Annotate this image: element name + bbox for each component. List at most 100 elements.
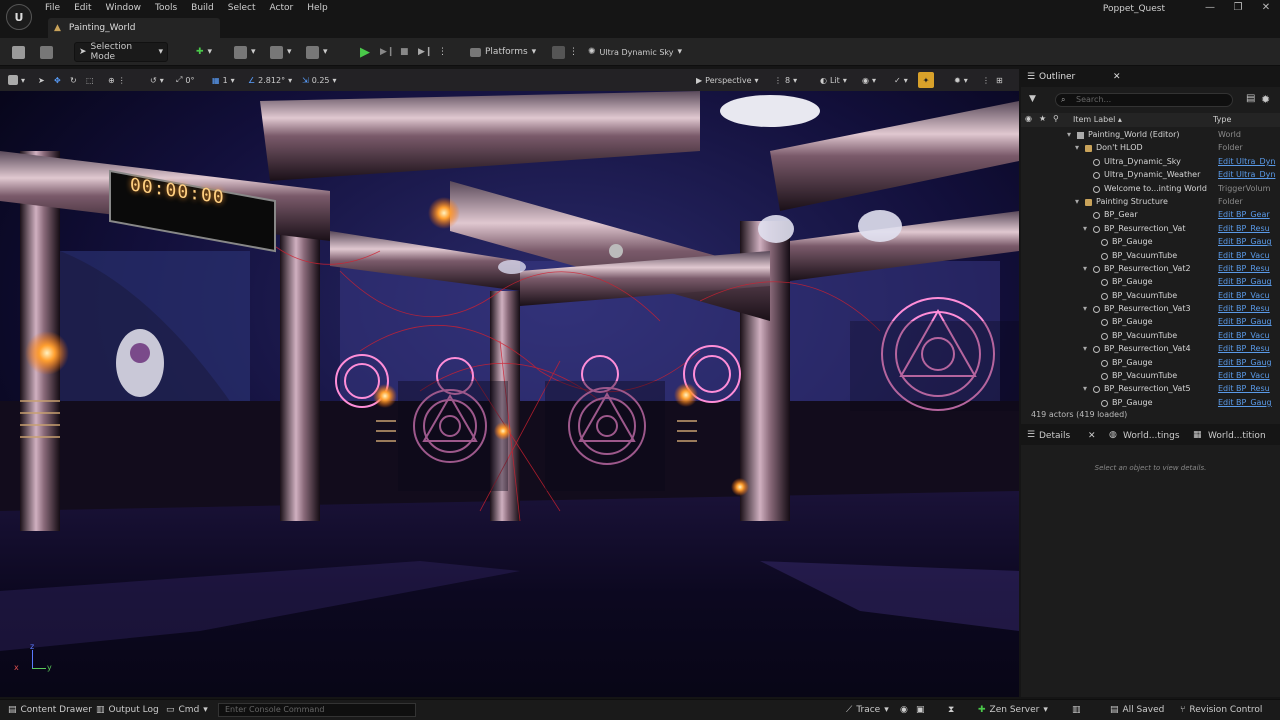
outliner-row[interactable]: ▾ BP_Resurrection_Vat Edit BP_Resu [1021,223,1280,236]
outliner-row[interactable]: BP_Gauge Edit BP_Gaug [1021,397,1280,407]
rotation-snap-toggle[interactable]: ⤢ 0° [176,72,195,88]
outliner-row[interactable]: BP_Gauge Edit BP_Gaug [1021,276,1280,289]
outliner-row[interactable]: Ultra_Dynamic_Sky Edit Ultra_Dyn [1021,156,1280,169]
outliner-row[interactable]: ▾ Painting_World (Editor) World [1021,129,1280,142]
edit-blueprint-link[interactable]: Edit BP_Vacu [1218,371,1278,380]
outliner-row[interactable]: ▾ Painting Structure Folder [1021,196,1280,209]
outliner-row[interactable]: ▾ BP_Resurrection_Vat4 Edit BP_Resu [1021,343,1280,356]
viewport-settings[interactable]: ✹ ▾ [954,72,968,88]
close-window-icon[interactable]: ✕ [1252,0,1280,18]
unreal-logo-icon[interactable]: U [6,4,32,30]
play-button[interactable]: ▶ [356,42,374,62]
expand-arrow-icon[interactable]: ▾ [1083,224,1087,233]
rotate-tool[interactable]: ↻ [70,72,77,88]
close-icon[interactable]: ✕ [1088,431,1096,441]
camera-speed[interactable]: ⋮ 8 ▾ [774,72,797,88]
edit-blueprint-link[interactable]: Edit BP_Vacu [1218,251,1278,260]
world-local-toggle[interactable]: ⊕ ⋮ [108,72,126,88]
menu-file[interactable]: File [38,3,67,13]
outliner-row[interactable]: ▾ BP_Resurrection_Vat5 Edit BP_Resu [1021,383,1280,396]
edit-blueprint-link[interactable]: Edit Ultra_Dyn [1218,157,1278,166]
pin-icon[interactable]: ⚲ [1053,114,1059,123]
edit-blueprint-link[interactable]: Edit BP_Gear [1218,210,1278,219]
platforms-dropdown[interactable]: Platforms ▾ [466,42,540,62]
outliner-row[interactable]: ▾ BP_Resurrection_Vat3 Edit BP_Resu [1021,303,1280,316]
zen-server-dropdown[interactable]: ✚ Zen Server ▾ [978,703,1048,717]
settings-icon[interactable]: ✹ [1261,93,1270,106]
outliner-row[interactable]: BP_Gauge Edit BP_Gaug [1021,236,1280,249]
expand-arrow-icon[interactable]: ▾ [1083,264,1087,273]
edit-blueprint-link[interactable]: Edit BP_Resu [1218,224,1278,233]
cmd-dropdown[interactable]: ▭ Cmd ▾ [166,703,208,717]
outliner-row[interactable]: BP_Gauge Edit BP_Gaug [1021,357,1280,370]
outliner-row[interactable]: BP_VacuumTube Edit BP_Vacu [1021,250,1280,263]
edit-blueprint-link[interactable]: Edit Ultra_Dyn [1218,170,1278,179]
eye-icon[interactable]: ◉ [1025,114,1032,123]
trace-dropdown[interactable]: ⟋ Trace ▾ [846,703,889,717]
outliner-row[interactable]: BP_VacuumTube Edit BP_Vacu [1021,290,1280,303]
outliner-row[interactable]: Ultra_Dynamic_Weather Edit Ultra_Dyn [1021,169,1280,182]
tab-world-settings[interactable]: World...tings [1123,431,1180,441]
ultra-dynamic-sky-dropdown[interactable]: ✺ Ultra Dynamic Sky ▾ [584,42,686,62]
add-actor-button[interactable]: ✚ ▾ [192,42,216,62]
menu-actor[interactable]: Actor [263,3,301,13]
blueprint-button[interactable]: ▾ [230,42,260,62]
stop-button[interactable]: ■ [396,42,413,62]
cinematics-button[interactable]: ▾ [266,42,296,62]
outliner-row[interactable]: BP_Gauge Edit BP_Gaug [1021,316,1280,329]
perspective-dropdown[interactable]: ▶ Perspective ▾ [696,72,759,88]
outliner-row[interactable]: BP_VacuumTube Edit BP_Vacu [1021,330,1280,343]
viewport-options[interactable]: ⋮ [982,72,990,88]
expand-arrow-icon[interactable]: ▾ [1067,130,1071,139]
close-icon[interactable]: ✕ [1113,72,1121,82]
show-dropdown[interactable]: ◉ ▾ [862,72,876,88]
expand-arrow-icon[interactable]: ▾ [1083,304,1087,313]
menu-window[interactable]: Window [99,3,149,13]
outliner-search-input[interactable]: ⌕ Search... [1055,93,1233,107]
maximize-icon[interactable]: ❐ [1224,0,1252,18]
outliner-row[interactable]: BP_VacuumTube Edit BP_Vacu [1021,370,1280,383]
edit-blueprint-link[interactable]: Edit BP_Resu [1218,264,1278,273]
add-folder-icon[interactable]: ▤ [1246,93,1255,104]
revision-control-button[interactable]: ⑂ Revision Control [1180,703,1262,717]
edit-blueprint-link[interactable]: Edit BP_Vacu [1218,291,1278,300]
play-options-button[interactable]: ⋮ [434,42,451,62]
expand-arrow-icon[interactable]: ▾ [1075,197,1079,206]
minimize-icon[interactable]: — [1196,0,1224,18]
edit-blueprint-link[interactable]: Edit BP_Resu [1218,344,1278,353]
edit-blueprint-link[interactable]: Edit BP_Gaug [1218,317,1278,326]
outliner-row[interactable]: Welcome to...inting World TriggerVolum [1021,183,1280,196]
outliner-row[interactable]: ▾ BP_Resurrection_Vat2 Edit BP_Resu [1021,263,1280,276]
move-tool[interactable]: ✥ [54,72,61,88]
save-button[interactable] [8,42,29,62]
selection-mode-dropdown[interactable]: ➤ Selection Mode ▾ [74,42,168,62]
modes-button[interactable]: ▾ [302,42,332,62]
menu-build[interactable]: Build [184,3,221,13]
layout-toggle[interactable]: ▥ [1072,703,1081,717]
edit-blueprint-link[interactable]: Edit BP_Gaug [1218,237,1278,246]
performance-dropdown[interactable]: ✓ ▾ [894,72,908,88]
edit-blueprint-link[interactable]: Edit BP_Vacu [1218,331,1278,340]
grid-snap-toggle[interactable]: ▦ 1 ▾ [212,72,235,88]
output-log-button[interactable]: ▥ Output Log [96,703,159,717]
tab-world-partition[interactable]: World...tition [1208,431,1266,441]
menu-tools[interactable]: Tools [148,3,184,13]
filter-icon[interactable]: ▼ [1029,94,1036,104]
record-button[interactable]: ◉ [900,703,908,717]
select-tool[interactable]: ➤ [38,72,45,88]
edit-blueprint-link[interactable]: Edit BP_Resu [1218,304,1278,313]
menu-help[interactable]: Help [300,3,335,13]
layout-button[interactable]: ⊞ [996,72,1003,88]
expand-arrow-icon[interactable]: ▾ [1075,143,1079,152]
source-control-button[interactable]: ⋮ [548,42,582,62]
edit-blueprint-link[interactable]: Edit BP_Gaug [1218,398,1278,407]
all-saved-indicator[interactable]: ▤ All Saved [1110,703,1164,717]
menu-edit[interactable]: Edit [67,3,98,13]
outliner-row[interactable]: ▾ Don't HLOD Folder [1021,142,1280,155]
content-drawer-button[interactable]: ▤ Content Drawer [8,703,92,717]
edit-blueprint-link[interactable]: Edit BP_Resu [1218,384,1278,393]
surface-snap[interactable]: ↺ ▾ [150,72,164,88]
tab-painting-world[interactable]: ▲ Painting_World [48,18,220,38]
outliner-tab[interactable]: ☰ Outliner ✕ [1021,69,1280,87]
expand-arrow-icon[interactable]: ▾ [1083,384,1087,393]
